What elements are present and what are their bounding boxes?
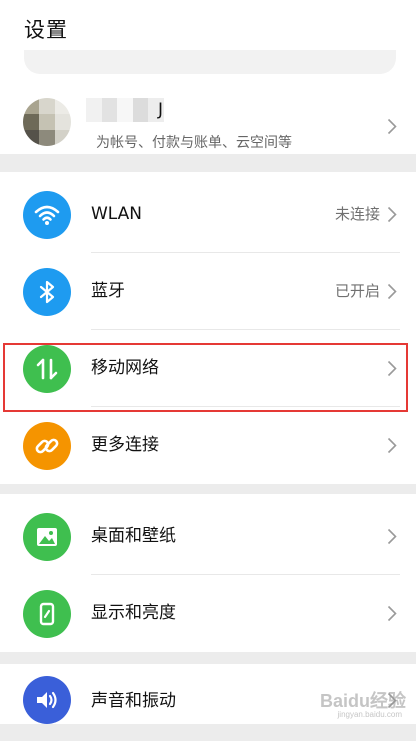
settings-item-label: 桌面和壁纸 bbox=[91, 526, 176, 546]
chevron-right-icon bbox=[387, 283, 397, 300]
speaker-icon bbox=[23, 676, 71, 724]
wifi-icon bbox=[23, 191, 71, 239]
mobile-data-icon bbox=[23, 345, 71, 393]
page-title: 设置 bbox=[24, 18, 68, 42]
settings-item-label: 移动网络 bbox=[91, 358, 159, 378]
account-card[interactable]: J 为帐号、付款与账单、云空间等 bbox=[0, 96, 416, 154]
account-subtitle: 为帐号、付款与账单、云空间等 bbox=[96, 135, 292, 151]
settings-item-mobile-network[interactable]: 移动网络 bbox=[0, 330, 416, 407]
search-bar[interactable] bbox=[24, 50, 396, 74]
settings-item-label: WLAN bbox=[91, 204, 143, 224]
settings-item-label: 显示和亮度 bbox=[91, 603, 176, 623]
avatar bbox=[23, 98, 71, 146]
chevron-right-icon bbox=[387, 360, 397, 377]
settings-item-label: 蓝牙 bbox=[91, 281, 125, 301]
display-icon bbox=[23, 590, 71, 638]
header: 设置 bbox=[0, 0, 416, 96]
settings-item-display-brightness[interactable]: 显示和亮度 bbox=[0, 575, 416, 652]
display-card: 桌面和壁纸 显示和亮度 bbox=[0, 494, 416, 652]
account-name: J bbox=[158, 100, 164, 120]
connectivity-card: WLAN 未连接 蓝牙 已开启 移动网络 更多连接 bbox=[0, 172, 416, 484]
settings-item-wallpaper[interactable]: 桌面和壁纸 bbox=[0, 498, 416, 575]
settings-item-bluetooth[interactable]: 蓝牙 已开启 bbox=[0, 253, 416, 330]
settings-item-value: 已开启 bbox=[334, 282, 380, 300]
link-icon bbox=[23, 422, 71, 470]
chevron-right-icon bbox=[387, 206, 397, 223]
chevron-right-icon bbox=[387, 118, 397, 135]
account-name-redacted bbox=[86, 98, 164, 122]
chevron-right-icon bbox=[387, 528, 397, 545]
chevron-right-icon bbox=[387, 605, 397, 622]
settings-item-wlan[interactable]: WLAN 未连接 bbox=[0, 176, 416, 253]
settings-item-more-connections[interactable]: 更多连接 bbox=[0, 407, 416, 484]
settings-item-label: 声音和振动 bbox=[91, 691, 176, 711]
chevron-right-icon bbox=[387, 437, 397, 454]
bluetooth-icon bbox=[23, 268, 71, 316]
wallpaper-icon bbox=[23, 513, 71, 561]
settings-item-value: 未连接 bbox=[334, 205, 380, 223]
settings-item-label: 更多连接 bbox=[91, 435, 159, 455]
watermark-url: jingyan.baidu.com bbox=[337, 710, 402, 719]
